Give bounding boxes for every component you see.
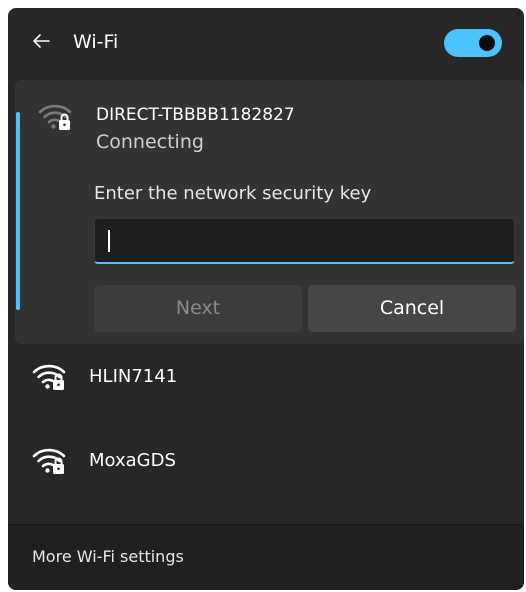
security-key-label: Enter the network security key: [94, 183, 372, 204]
page-title: Wi-Fi: [73, 31, 119, 53]
wifi-toggle[interactable]: [444, 29, 502, 57]
network-name: DIRECT-TBBBB1182827: [96, 105, 295, 125]
wifi-secured-icon: [32, 448, 66, 474]
wifi-footer: More Wi-Fi settings: [8, 524, 524, 590]
wifi-header: Wi-Fi: [8, 8, 524, 80]
toggle-knob: [479, 35, 495, 51]
connecting-network-card: DIRECT-TBBBB1182827 Connecting Enter the…: [15, 80, 524, 344]
back-arrow-icon[interactable]: [30, 30, 52, 52]
network-list-item[interactable]: HLIN7141: [8, 344, 524, 410]
wifi-secured-icon: [38, 104, 72, 130]
wifi-flyout: Wi-Fi DIRECT-TBBBB1182827 Connecting Ent…: [8, 8, 524, 590]
network-list-item[interactable]: MoxaGDS: [8, 428, 524, 494]
network-name: MoxaGDS: [89, 450, 176, 471]
wifi-secured-icon: [32, 364, 66, 390]
more-wifi-settings-link[interactable]: More Wi-Fi settings: [32, 547, 184, 567]
security-key-input[interactable]: [94, 218, 515, 264]
text-caret: [108, 230, 110, 252]
next-button[interactable]: Next: [94, 285, 302, 332]
cancel-button[interactable]: Cancel: [308, 285, 516, 332]
network-name: HLIN7141: [89, 366, 178, 387]
connection-status: Connecting: [96, 131, 204, 153]
selection-indicator: [16, 112, 20, 310]
